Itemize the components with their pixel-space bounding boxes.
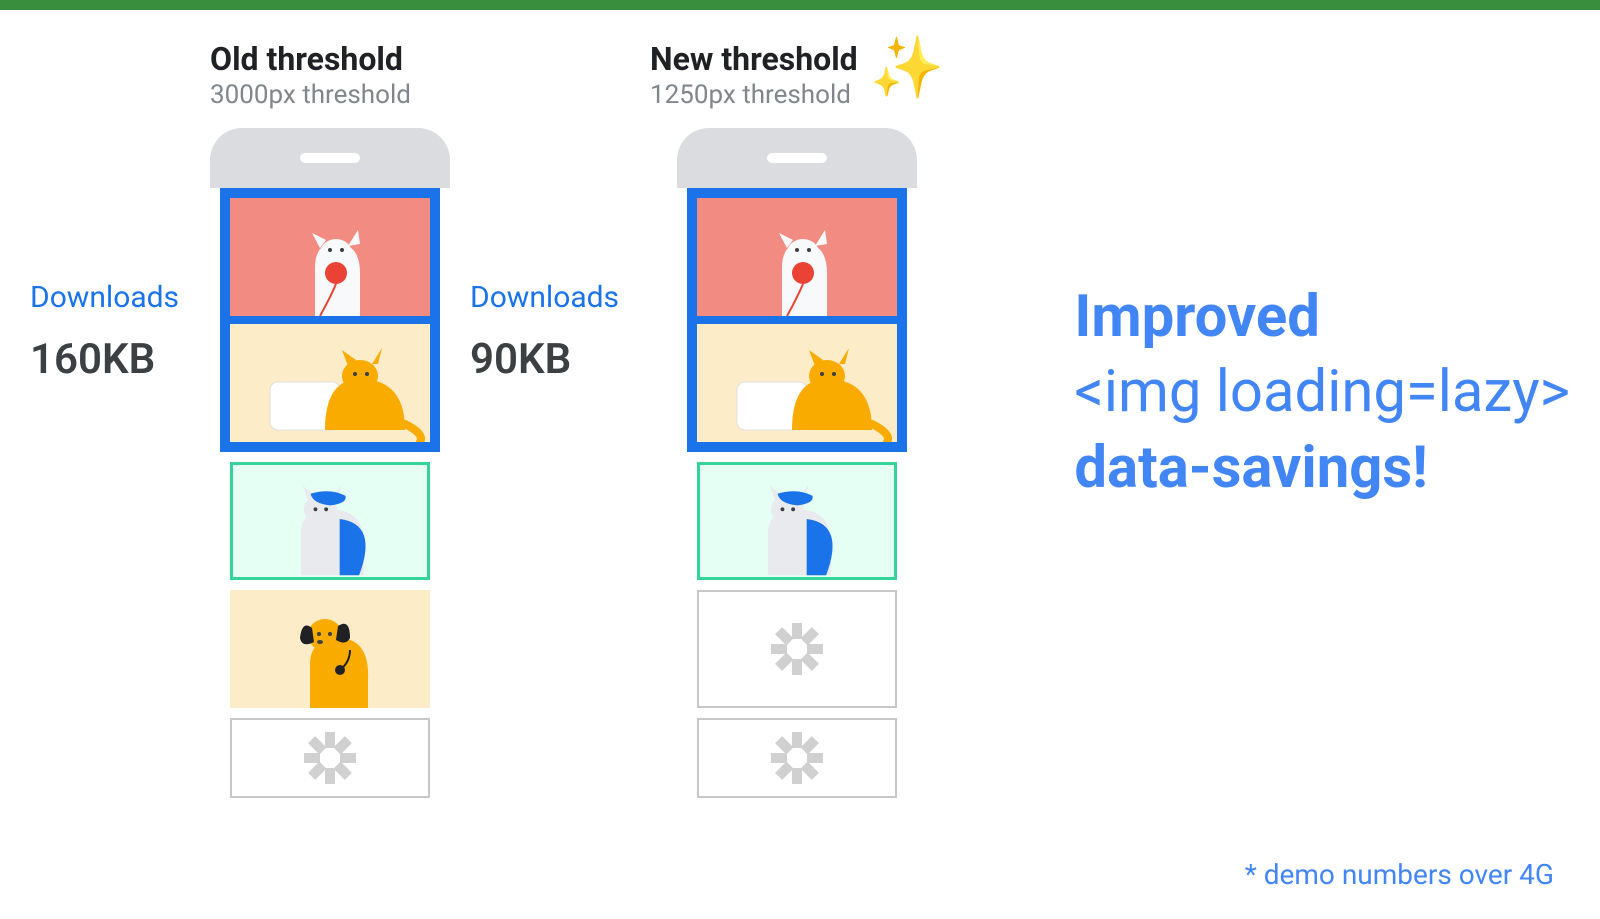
column-title-new: New threshold <box>650 40 858 78</box>
image-tile-cat-blue-cape <box>230 462 430 580</box>
column-subtitle-old: 3000px threshold <box>210 80 411 110</box>
headline-message: Improved <img loading=lazy> data-savings… <box>1074 280 1570 919</box>
image-tile-cat-pink <box>697 198 897 316</box>
headline-line2: <img loading=lazy> <box>1074 355 1570 430</box>
spinner-icon <box>769 621 825 677</box>
column-subtitle-new: 1250px threshold <box>650 80 858 110</box>
phone-mockup-old <box>210 128 450 798</box>
headline-line3: data-savings! <box>1074 431 1570 506</box>
image-placeholder <box>697 718 897 798</box>
image-placeholder <box>697 590 897 708</box>
spinner-icon <box>769 730 825 786</box>
downloads-label: Downloads <box>470 280 619 315</box>
image-tile-cat-orange <box>697 324 897 442</box>
image-tile-dog <box>230 590 430 708</box>
image-placeholder <box>230 718 430 798</box>
downloads-label: Downloads <box>30 280 179 315</box>
spinner-icon <box>302 730 358 786</box>
downloads-value: 90KB <box>470 335 571 384</box>
sparkle-icon: ✨ <box>870 32 945 103</box>
column-title-old: Old threshold <box>210 40 411 78</box>
footnote: * demo numbers over 4G <box>1245 858 1554 891</box>
downloads-value: 160KB <box>30 335 155 384</box>
image-tile-cat-pink <box>230 198 430 316</box>
image-tile-cat-blue-cape <box>697 462 897 580</box>
image-tile-cat-orange <box>230 324 430 442</box>
phone-mockup-new <box>677 128 917 798</box>
headline-line1: Improved <box>1074 280 1570 355</box>
